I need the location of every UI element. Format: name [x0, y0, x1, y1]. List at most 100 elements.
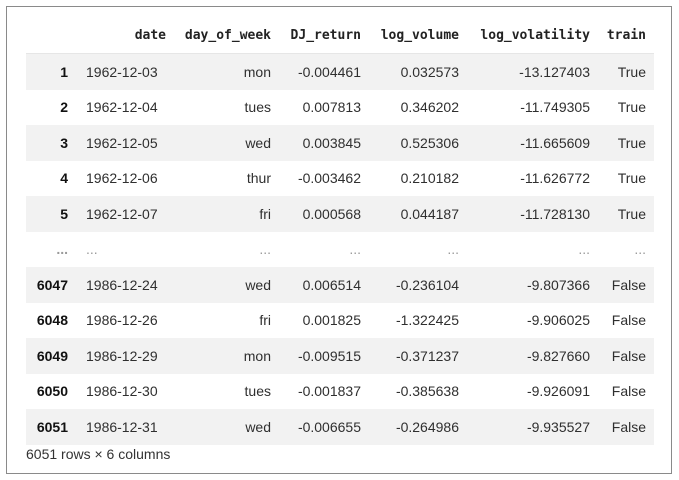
row-index: 6050	[36, 383, 68, 400]
cell-day-of-week: ...	[259, 241, 271, 258]
cell-train: True	[617, 99, 646, 116]
cell-day-of-week: fri	[259, 205, 271, 222]
cell-dj-return: 0.007813	[302, 99, 361, 116]
cell-day-of-week: wed	[245, 276, 271, 293]
cell-dj-return: 0.006514	[302, 276, 361, 293]
cell-date: 1986-12-29	[86, 347, 158, 364]
row-index: 6047	[36, 276, 68, 293]
cell-dj-return: 0.003845	[302, 134, 361, 151]
cell-date: 1986-12-24	[86, 276, 158, 293]
column-header-dj-return: DJ_return	[279, 17, 369, 54]
cell-log-volume: 0.210182	[400, 170, 459, 187]
cell-train: False	[611, 418, 646, 435]
row-index: 2	[60, 99, 68, 116]
cell-log-volatility: -9.935527	[526, 418, 590, 435]
column-header-log-volatility: log_volatility	[467, 17, 598, 54]
cell-day-of-week: tues	[244, 99, 271, 116]
row-index: 6049	[36, 347, 68, 364]
cell-log-volume: 0.525306	[400, 134, 459, 151]
cell-day-of-week: thur	[246, 170, 271, 187]
cell-dj-return: -0.003462	[297, 170, 361, 187]
cell-date: 1962-12-04	[86, 99, 158, 116]
table-row: 6050 1986-12-30 tues -0.001837 -0.385638 -9.9…	[26, 374, 654, 410]
cell-dj-return: -0.004461	[297, 63, 361, 80]
table-row: 2 1962-12-04 tues 0.007813 0.346202 -11.74930…	[26, 90, 654, 126]
row-index: ...	[56, 241, 68, 258]
cell-log-volatility: -11.665609	[520, 134, 590, 151]
row-index: 1	[60, 63, 68, 80]
cropped-glyph	[555, 7, 569, 11]
cell-day-of-week: fri	[259, 312, 271, 329]
cropped-heading-fragment	[7, 7, 671, 11]
cell-log-volume: 0.346202	[400, 99, 459, 116]
cell-log-volatility: -9.807366	[526, 276, 590, 293]
cell-date: 1962-12-06	[86, 170, 158, 187]
cell-day-of-week: wed	[245, 418, 271, 435]
row-index: 4	[60, 170, 68, 187]
cell-dj-return: -0.001837	[297, 383, 361, 400]
cell-log-volume: -0.236104	[395, 276, 459, 293]
header-row: date day_of_week DJ_return log_volume lo…	[26, 17, 654, 54]
table-row: 5 1962-12-07 fri 0.000568 0.044187 -11.728130…	[26, 196, 654, 232]
cell-log-volume: 0.044187	[400, 205, 459, 222]
column-header-date: date	[78, 17, 174, 54]
cell-log-volume: -0.264986	[395, 418, 459, 435]
cell-log-volume: -0.371237	[395, 347, 459, 364]
cell-train: False	[611, 383, 646, 400]
cell-dj-return: -0.009515	[297, 347, 361, 364]
column-header-day-of-week: day_of_week	[174, 17, 279, 54]
row-index: 5	[60, 205, 68, 222]
index-header	[26, 17, 78, 54]
cell-log-volatility: -13.127403	[519, 63, 590, 80]
cell-train: True	[617, 63, 646, 80]
table-row: 4 1962-12-06 thur -0.003462 0.210182 -11.6267…	[26, 161, 654, 197]
cell-train: ...	[634, 241, 646, 258]
cell-train: True	[617, 134, 646, 151]
cell-date: 1962-12-03	[86, 63, 158, 80]
cell-log-volume: ...	[447, 241, 459, 258]
cell-log-volatility: -11.626772	[520, 170, 590, 187]
shape-summary: 6051 rows × 6 columns	[26, 446, 171, 462]
cell-train: True	[617, 170, 646, 187]
cell-log-volatility: -9.906025	[526, 312, 590, 329]
ellipsis-row: .....................	[26, 232, 654, 268]
table-row: 6051 1986-12-31 wed -0.006655 -0.264986 -9.93…	[26, 409, 654, 445]
cell-train: False	[611, 347, 646, 364]
cell-log-volatility: ...	[578, 241, 590, 258]
cell-log-volatility: -11.728130	[520, 205, 590, 222]
cell-log-volume: -1.322425	[395, 312, 459, 329]
cell-train: True	[617, 205, 646, 222]
cell-date: 1986-12-31	[86, 418, 158, 435]
cell-dj-return: ...	[349, 241, 361, 258]
column-header-log-volume: log_volume	[369, 17, 467, 54]
cell-date: 1962-12-07	[86, 205, 158, 222]
table-row: 6049 1986-12-29 mon -0.009515 -0.371237 -9.82…	[26, 338, 654, 374]
cell-log-volume: 0.032573	[400, 63, 459, 80]
cell-date: 1986-12-30	[86, 383, 158, 400]
cell-dj-return: 0.001825	[302, 312, 361, 329]
cell-dj-return: -0.006655	[297, 418, 361, 435]
cell-day-of-week: mon	[243, 347, 271, 364]
row-index: 6051	[36, 418, 68, 435]
column-header-train: train	[598, 17, 654, 54]
table-row: 1 1962-12-03 mon -0.004461 0.032573 -13.12740…	[26, 53, 654, 90]
cell-date: 1986-12-26	[86, 312, 158, 329]
cell-day-of-week: mon	[243, 63, 271, 80]
cell-log-volatility: -9.827660	[526, 347, 590, 364]
table-body: 1 1962-12-03 mon -0.004461 0.032573 -13.12740…	[26, 53, 654, 445]
cell-log-volatility: -11.749305	[520, 99, 590, 116]
cell-log-volatility: -9.926091	[526, 383, 590, 400]
table-row: 6048 1986-12-26 fri 0.001825 -1.322425 -9.906…	[26, 303, 654, 339]
cell-day-of-week: wed	[245, 134, 271, 151]
dataframe-table: date day_of_week DJ_return log_volume lo…	[26, 17, 654, 445]
table-row: 6047 1986-12-24 wed 0.006514 -0.236104 -9.807…	[26, 267, 654, 303]
cell-train: False	[611, 276, 646, 293]
cropped-glyph	[115, 7, 129, 11]
table-row: 3 1962-12-05 wed 0.003845 0.525306 -11.665609…	[26, 125, 654, 161]
cell-day-of-week: tues	[244, 383, 271, 400]
cell-date: ...	[86, 241, 98, 258]
cell-log-volume: -0.385638	[395, 383, 459, 400]
row-index: 6048	[36, 312, 68, 329]
cell-date: 1962-12-05	[86, 134, 158, 151]
cell-train: False	[611, 312, 646, 329]
